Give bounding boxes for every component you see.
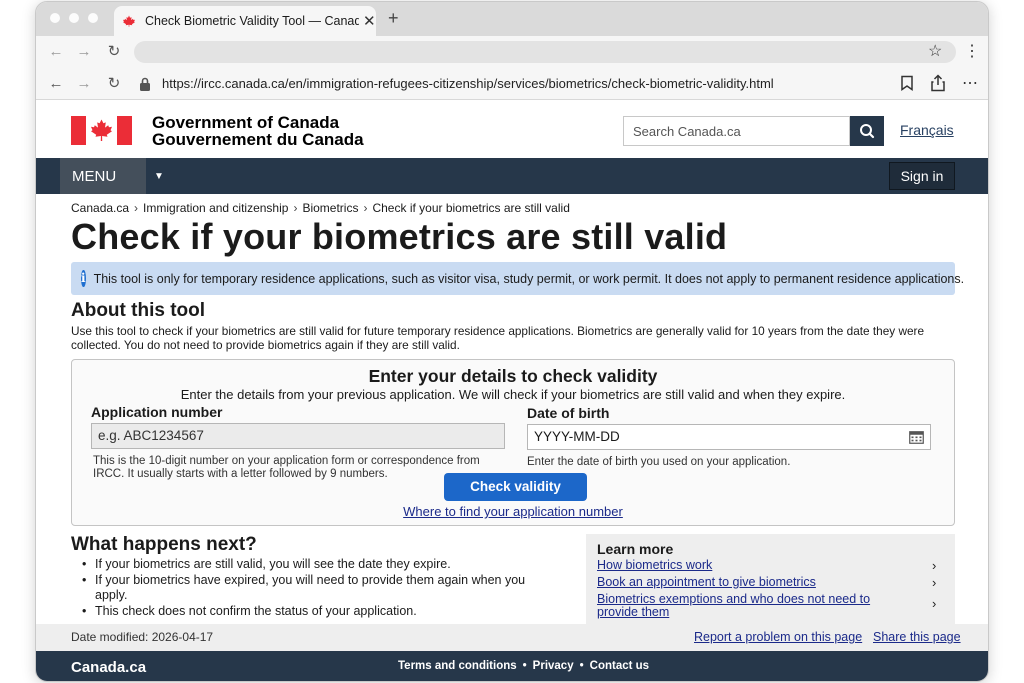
learn-more-link[interactable]: Book an appointment to give biometrics (597, 576, 887, 589)
report-problem-link[interactable]: Report a problem on this page (694, 630, 862, 644)
signature-french: Gouvernement du Canada (152, 130, 364, 149)
list-item: If your biometrics are still valid, you … (80, 557, 530, 573)
breadcrumb-current: Check if your biometrics are still valid (372, 201, 570, 215)
window-controls (50, 13, 98, 23)
browser-window: Check Biometric Validity Tool — Canada.c… (35, 1, 989, 682)
form-title: Enter your details to check validity (368, 366, 658, 386)
alert-text: This tool is only for temporary residenc… (93, 271, 965, 286)
info-icon: i (81, 270, 86, 287)
toolbar-row-2: ← → ↻ https://ircc.canada.ca/en/immigrat… (36, 68, 988, 100)
address-bar-empty[interactable] (134, 41, 956, 63)
canada-flag-icon (71, 116, 132, 145)
chevron-down-icon: ▼ (154, 171, 164, 182)
menu-label: MENU (72, 168, 117, 185)
footer-separator: • (522, 660, 527, 672)
validity-form: Enter your details to check validity Ent… (71, 359, 955, 526)
application-number-input[interactable]: e.g. ABC1234567 (91, 423, 505, 449)
maple-leaf-favicon-icon (123, 15, 135, 27)
search-button[interactable] (850, 116, 884, 146)
menu-button[interactable]: MENU ▼ (60, 158, 164, 194)
tab-close-icon[interactable]: ✕ (363, 14, 376, 29)
tab-strip: Check Biometric Validity Tool — Canada.c… (36, 2, 988, 36)
footer-link-terms[interactable]: Terms and conditions (398, 660, 517, 672)
active-tab[interactable]: Check Biometric Validity Tool — Canada.c… (114, 6, 376, 36)
reload-icon[interactable]: ↻ (104, 42, 124, 62)
date-of-birth-label: Date of birth (527, 405, 610, 421)
breadcrumb: Canada.ca › Immigration and citizenship › Bi… (71, 201, 570, 215)
about-heading: About this tool (71, 300, 206, 321)
tab-title: Check Biometric Validity Tool — Canada.c… (145, 14, 359, 28)
about-text: Use this tool to check if your biometric… (71, 324, 925, 352)
maximize-window-dot[interactable] (88, 13, 98, 23)
share-page-link[interactable]: Share this page (873, 630, 961, 644)
footer-links: Terms and conditions • Privacy • Contact us (398, 660, 649, 672)
find-application-number-link-text[interactable]: Where to find your application number (403, 504, 623, 519)
lock-icon[interactable] (138, 76, 152, 92)
browser-menu-vertical-icon[interactable]: ⋮ (964, 42, 980, 62)
menu-bar: MENU ▼ Sign in (36, 158, 988, 194)
forward-arrow-icon[interactable]: → (74, 74, 94, 94)
breadcrumb-separator-icon: › (134, 201, 139, 215)
footer: Canada.ca Terms and conditions • Privacy • C… (36, 651, 988, 681)
next-steps-list: If your biometrics are still valid, you … (80, 557, 530, 619)
minimize-window-dot[interactable] (69, 13, 79, 23)
url-text[interactable]: https://ircc.canada.ca/en/immigration-re… (162, 76, 774, 91)
date-of-birth-placeholder: YYYY-MM-DD (534, 429, 620, 444)
calendar-icon[interactable] (909, 430, 924, 444)
learn-more-panel: Learn more How biometrics work › Book an… (586, 534, 955, 624)
search-input[interactable]: Search Canada.ca (623, 116, 850, 146)
back-arrow-icon[interactable]: ← (46, 74, 66, 94)
gc-header: Government of Canada Gouvernement du Can… (36, 100, 988, 158)
breadcrumb-item[interactable]: Canada.ca (71, 201, 129, 215)
learn-more-title: Learn more (597, 541, 674, 557)
check-validity-button[interactable]: Check validity (444, 473, 587, 501)
list-item: This check does not confirm the status o… (80, 604, 530, 620)
footer-brand[interactable]: Canada.ca (71, 659, 146, 676)
breadcrumb-item[interactable]: Immigration and citizenship (143, 201, 288, 215)
footer-separator: • (579, 660, 584, 672)
list-item: If your biometrics have expired, you wil… (80, 573, 530, 604)
footer-link-privacy[interactable]: Privacy (533, 660, 574, 672)
breadcrumb-item[interactable]: Biometrics (302, 201, 358, 215)
chevron-right-icon: › (932, 575, 937, 590)
bookmark-icon[interactable] (900, 75, 914, 91)
close-window-dot[interactable] (50, 13, 60, 23)
learn-more-link[interactable]: How biometrics work (597, 559, 887, 572)
share-icon[interactable] (930, 74, 946, 92)
footer-link-contact[interactable]: Contact us (590, 660, 649, 672)
next-heading: What happens next? (71, 534, 257, 555)
date-modified-bar: Date modified: 2026-04-17 Report a probl… (36, 624, 988, 651)
date-modified: Date modified: 2026-04-17 (71, 630, 214, 644)
language-toggle-link[interactable]: Français (900, 122, 954, 138)
form-subtitle: Enter the details from your previous app… (180, 387, 846, 402)
toolbar-row-1: ← → ↻ ☆ ⋮ (36, 36, 988, 68)
learn-more-link[interactable]: Biometrics exemptions and who does not n… (597, 593, 877, 619)
chevron-right-icon: › (932, 596, 937, 611)
date-of-birth-help: Enter the date of birth you used on your… (527, 456, 791, 468)
find-application-number-link: Where to find your application number (72, 504, 954, 519)
breadcrumb-separator-icon: › (363, 201, 368, 215)
application-number-label: Application number (91, 404, 223, 420)
sign-in-button[interactable]: Sign in (889, 162, 955, 190)
chevron-right-icon: › (932, 558, 937, 573)
reload-icon[interactable]: ↻ (104, 74, 124, 94)
page-title: Check if your biometrics are still valid (71, 216, 728, 257)
more-options-icon[interactable]: ⋯ (962, 74, 978, 94)
search-icon (860, 124, 875, 139)
info-alert: i This tool is only for temporary reside… (71, 262, 964, 295)
star-bookmark-icon[interactable]: ☆ (928, 42, 942, 62)
forward-arrow-icon[interactable]: → (74, 42, 94, 62)
back-arrow-icon[interactable]: ← (46, 42, 66, 62)
breadcrumb-separator-icon: › (293, 201, 298, 215)
new-tab-button[interactable]: + (388, 8, 399, 28)
gc-signature[interactable]: Government of Canada Gouvernement du Can… (152, 114, 364, 148)
date-of-birth-input[interactable]: YYYY-MM-DD (527, 424, 931, 450)
signature-english: Government of Canada (152, 113, 340, 132)
